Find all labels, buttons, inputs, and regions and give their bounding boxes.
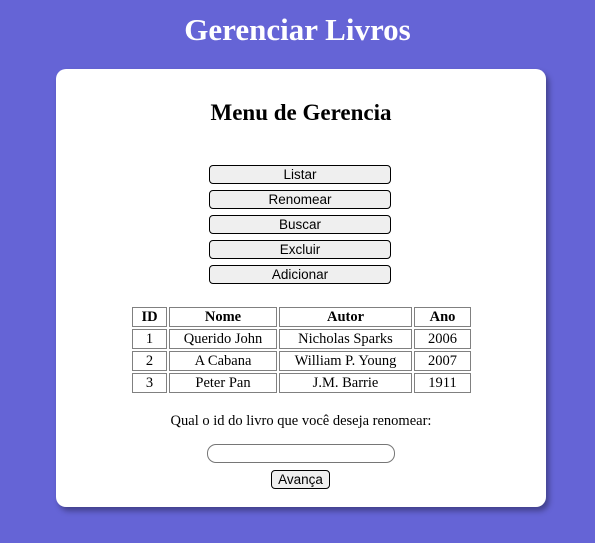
books-table: ID Nome Autor Ano 1 Querido John Nichola… [130,305,473,395]
cell-id: 2 [132,351,167,371]
search-button[interactable]: Buscar [209,215,391,234]
delete-button[interactable]: Excluir [209,240,391,259]
advance-button[interactable]: Avança [271,470,330,489]
cell-year: 2007 [414,351,471,371]
cell-id: 3 [132,373,167,393]
cell-name: A Cabana [169,351,277,371]
cell-author: J.M. Barrie [279,373,412,393]
table-row: 1 Querido John Nicholas Sparks 2006 [132,329,471,349]
column-header-name: Nome [169,307,277,327]
cell-author: William P. Young [279,351,412,371]
cell-year: 1911 [414,373,471,393]
cell-id: 1 [132,329,167,349]
list-button[interactable]: Listar [209,165,391,184]
cell-name: Querido John [169,329,277,349]
table-header-row: ID Nome Autor Ano [132,307,471,327]
cell-author: Nicholas Sparks [279,329,412,349]
page-title: Gerenciar Livros [184,12,411,47]
rename-button[interactable]: Renomear [209,190,391,209]
column-header-author: Autor [279,307,412,327]
column-header-id: ID [132,307,167,327]
cell-name: Peter Pan [169,373,277,393]
table-row: 3 Peter Pan J.M. Barrie 1911 [132,373,471,393]
management-menu: Listar Renomear Buscar Excluir Adicionar [209,165,391,290]
book-id-input[interactable] [207,444,395,463]
table-row: 2 A Cabana William P. Young 2007 [132,351,471,371]
cell-year: 2006 [414,329,471,349]
management-card: Menu de Gerencia Listar Renomear Buscar … [56,69,546,507]
column-header-year: Ano [414,307,471,327]
add-button[interactable]: Adicionar [209,265,391,284]
rename-question-label: Qual o id do livro que você deseja renom… [170,413,432,429]
card-title: Menu de Gerencia [210,100,392,125]
